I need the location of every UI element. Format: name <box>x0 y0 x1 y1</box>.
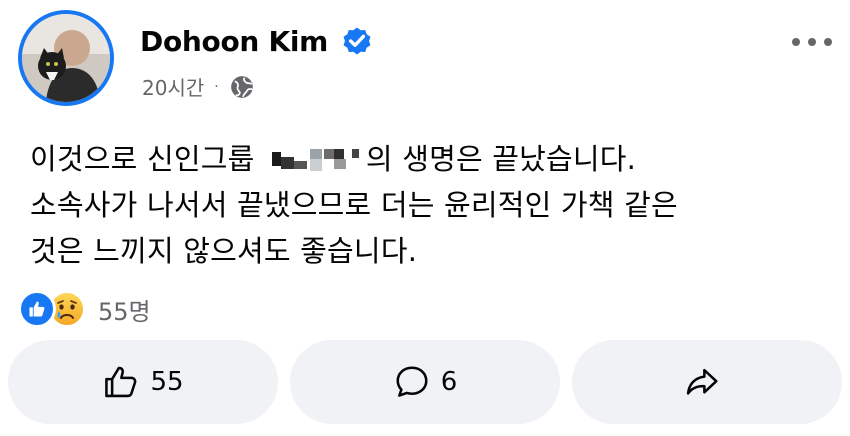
post-meta: 20시간 · <box>142 72 255 101</box>
comment-button[interactable]: 6 <box>290 340 560 424</box>
post-text-line-1-end: 의 생명은 끝났습니다. <box>365 142 637 176</box>
post-actions: 55 6 <box>8 340 842 424</box>
like-reaction-icon <box>18 290 56 328</box>
more-options-button[interactable] <box>792 30 832 54</box>
reaction-count[interactable]: 55명 <box>98 292 151 327</box>
like-button[interactable]: 55 <box>8 340 278 424</box>
post-text-line-1: 이것으로 신인그룹 의 생명은 끝났습니다. <box>30 136 678 182</box>
share-button[interactable] <box>572 340 842 424</box>
post-text-line-1-start: 이것으로 신인그룹 <box>30 142 264 176</box>
more-horizontal-icon-dot <box>792 38 800 46</box>
comment-count: 6 <box>440 367 458 397</box>
reaction-summary[interactable]: 55명 <box>18 290 151 328</box>
comment-bubble-icon <box>396 366 428 397</box>
redacted-group-name <box>266 143 364 173</box>
thumbs-up-icon <box>29 301 45 317</box>
author-name[interactable]: Dohoon Kim <box>140 24 374 58</box>
post-text-line-2: 소속사가 나서서 끝냈으므로 더는 윤리적인 가책 같은 <box>30 188 678 222</box>
share-arrow-icon <box>686 368 718 395</box>
post-time[interactable]: 20시간 <box>142 72 204 101</box>
post-text-line-3: 것은 느끼지 않으셔도 좋습니다. <box>30 234 418 268</box>
more-horizontal-icon-dot <box>808 38 816 46</box>
avatar-photo <box>22 14 110 102</box>
author-avatar[interactable] <box>18 10 114 106</box>
author-name-text[interactable]: Dohoon Kim <box>140 25 328 58</box>
more-horizontal-icon-dot <box>824 38 832 46</box>
meta-separator: · <box>214 78 219 95</box>
post-text: 이것으로 신인그룹 의 생명은 끝났습니다. 소속사가 나서서 끝냈으므로 더는… <box>30 136 678 274</box>
verified-badge-icon <box>343 27 371 55</box>
like-count: 55 <box>150 367 184 397</box>
globe-icon[interactable] <box>229 74 255 100</box>
facebook-post: Dohoon Kim 20시간 · 이것으로 신인그룹 의 생명은 끝났습니다.… <box>0 0 850 436</box>
thumbs-up-icon <box>105 366 137 398</box>
